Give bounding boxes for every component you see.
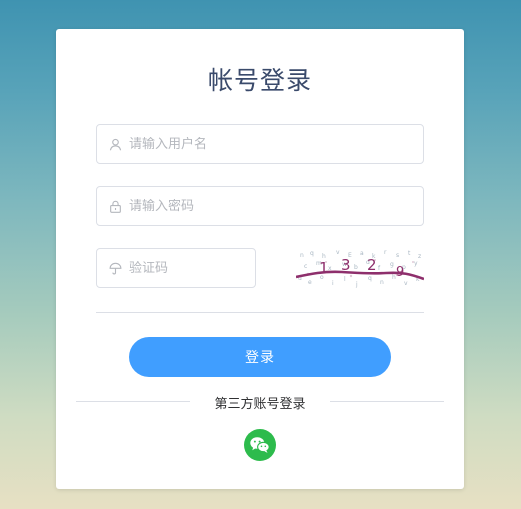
divider xyxy=(96,312,424,313)
svg-text:t: t xyxy=(408,250,411,257)
svg-text:q: q xyxy=(310,250,314,257)
lock-icon xyxy=(108,199,122,213)
svg-text:a: a xyxy=(360,250,364,257)
svg-text:i: i xyxy=(332,280,334,287)
divider-left xyxy=(76,401,190,402)
captcha-char: 2 xyxy=(367,256,377,274)
svg-text:n: n xyxy=(380,279,384,286)
svg-text:f: f xyxy=(378,265,381,272)
password-field[interactable] xyxy=(96,186,424,226)
svg-text:e: e xyxy=(308,279,312,286)
svg-text:j: j xyxy=(355,281,358,288)
svg-text:z: z xyxy=(418,253,421,260)
wechat-icon xyxy=(249,435,271,455)
captcha-char: 1 xyxy=(319,259,329,277)
login-button[interactable]: 登录 xyxy=(129,337,391,377)
svg-text:q: q xyxy=(368,275,372,282)
umbrella-icon xyxy=(108,261,122,275)
captcha-input[interactable] xyxy=(129,260,239,276)
page-title: 帐号登录 xyxy=(207,66,312,95)
login-card: 帐号登录 请输入用户名 验证码 n q h v E a k r s t z c … xyxy=(56,29,464,489)
wechat-login-button[interactable] xyxy=(244,429,276,461)
third-party-label: 第三方账号登录 xyxy=(214,397,306,412)
user-icon xyxy=(108,137,122,151)
username-field[interactable] xyxy=(96,124,424,164)
svg-text:v: v xyxy=(404,280,408,287)
svg-text:n: n xyxy=(300,252,304,259)
divider-right xyxy=(330,401,444,402)
svg-text:b: b xyxy=(354,264,358,271)
username-input[interactable] xyxy=(129,136,369,152)
captcha-field[interactable] xyxy=(96,248,256,288)
svg-text:l: l xyxy=(344,276,346,283)
password-input[interactable] xyxy=(129,198,369,214)
svg-text:r: r xyxy=(384,249,387,256)
svg-text:y: y xyxy=(414,260,418,267)
svg-text:v: v xyxy=(336,249,340,256)
svg-text:c: c xyxy=(304,263,307,270)
svg-text:s: s xyxy=(396,252,399,259)
captcha-image[interactable]: nqh vEa krs tz cmx wbd fgp y ueo ilj qnh… xyxy=(295,248,425,288)
svg-text:g: g xyxy=(390,261,394,268)
